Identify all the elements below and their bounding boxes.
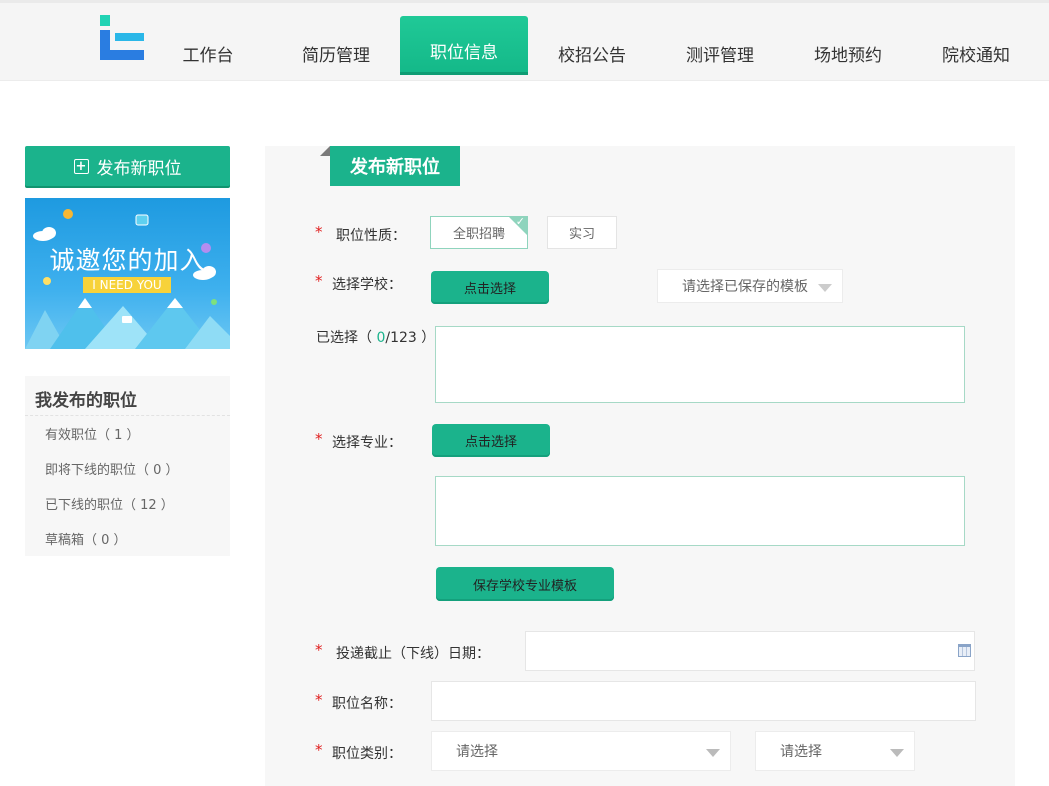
- chevron-down-icon: [706, 749, 720, 757]
- template-select-placeholder: 请选择已保存的模板: [682, 279, 808, 295]
- form-tab-title: 发布新职位: [330, 146, 460, 186]
- tab-corner-decoration: [320, 146, 330, 156]
- chevron-down-icon: [890, 749, 904, 757]
- option-internship-label: 实习: [568, 227, 595, 242]
- required-mark: *: [315, 641, 323, 659]
- template-select[interactable]: 请选择已保存的模板: [657, 269, 843, 303]
- nav-tab-venue-booking[interactable]: 场地预约: [784, 16, 912, 75]
- select-school-button[interactable]: 点击选择: [431, 271, 549, 304]
- selected-total: /123 ）:: [385, 330, 440, 346]
- chevron-down-icon: [818, 284, 832, 292]
- deadline-label: 投递截止（下线）日期：: [336, 646, 490, 662]
- banner-title: 诚邀您的加入: [49, 246, 206, 275]
- select-major-button[interactable]: 点击选择: [432, 424, 550, 457]
- banner-subtitle: I NEED YOU: [83, 277, 171, 293]
- selected-schools-box[interactable]: [435, 326, 965, 403]
- option-full-time-label: 全职招聘: [452, 227, 505, 242]
- nav-tab-campus-announcement[interactable]: 校招公告: [528, 16, 656, 75]
- my-posted-jobs-panel: 我发布的职位 有效职位（ 1 ） 即将下线的职位（ 0 ） 已下线的职位（ 12…: [25, 376, 230, 556]
- sidebar-item-offline-jobs[interactable]: 已下线的职位（ 12 ）: [25, 486, 230, 521]
- job-category-select-primary[interactable]: 请选择: [431, 731, 731, 771]
- brand-logo[interactable]: [100, 15, 144, 61]
- recruitment-banner[interactable]: 诚邀您的加入 I NEED YOU: [25, 198, 230, 349]
- calendar-icon[interactable]: [958, 644, 971, 657]
- job-nature-label: 职位性质：: [336, 228, 406, 244]
- deadline-date-input[interactable]: [525, 631, 975, 671]
- required-mark: *: [315, 430, 323, 448]
- top-navigation-bar: 工作台 简历管理 职位信息 校招公告 测评管理 场地预约 院校通知: [0, 0, 1049, 81]
- option-full-time[interactable]: 全职招聘 ✓: [430, 216, 528, 249]
- sidebar-item-active-jobs[interactable]: 有效职位（ 1 ）: [25, 416, 230, 451]
- job-name-input[interactable]: [431, 681, 976, 721]
- required-mark: *: [315, 741, 323, 759]
- my-posted-jobs-title: 我发布的职位: [25, 376, 230, 416]
- required-mark: *: [315, 223, 323, 241]
- job-category-select-secondary[interactable]: 请选择: [755, 731, 915, 771]
- selected-schools-label: 已选择（ 0/123 ）:: [316, 327, 440, 347]
- publish-new-job-button[interactable]: + 发布新职位: [25, 146, 230, 186]
- sidebar-item-expiring-jobs[interactable]: 即将下线的职位（ 0 ）: [25, 451, 230, 486]
- nav-tab-job-info[interactable]: 职位信息: [400, 16, 528, 75]
- job-category-label: 职位类别：: [332, 746, 402, 762]
- required-mark: *: [315, 691, 323, 709]
- option-internship[interactable]: 实习: [547, 216, 617, 249]
- nav-tab-assessment-management[interactable]: 测评管理: [656, 16, 784, 75]
- check-icon: ✓: [515, 215, 525, 228]
- sidebar-item-drafts[interactable]: 草稿箱（ 0 ）: [25, 521, 230, 556]
- required-mark: *: [315, 272, 323, 290]
- job-category-primary-placeholder: 请选择: [456, 744, 498, 760]
- job-publish-form: 发布新职位 * 职位性质： 全职招聘 ✓ 实习 * 选择学校： 点击选择 请选择…: [265, 146, 1015, 786]
- job-name-label: 职位名称：: [332, 696, 402, 712]
- select-school-label: 选择学校：: [332, 277, 402, 293]
- plus-icon: +: [73, 158, 89, 174]
- nav-tab-school-notice[interactable]: 院校通知: [912, 16, 1040, 75]
- save-school-major-template-button[interactable]: 保存学校专业模板: [436, 567, 614, 601]
- select-major-label: 选择专业：: [332, 435, 402, 451]
- nav-tab-resume-management[interactable]: 简历管理: [272, 16, 400, 75]
- nav-tab-workbench[interactable]: 工作台: [144, 16, 272, 75]
- publish-new-job-label: 发布新职位: [96, 158, 182, 179]
- selected-prefix: 已选择（: [316, 330, 377, 346]
- selected-majors-box[interactable]: [435, 476, 965, 546]
- job-category-secondary-placeholder: 请选择: [780, 744, 822, 760]
